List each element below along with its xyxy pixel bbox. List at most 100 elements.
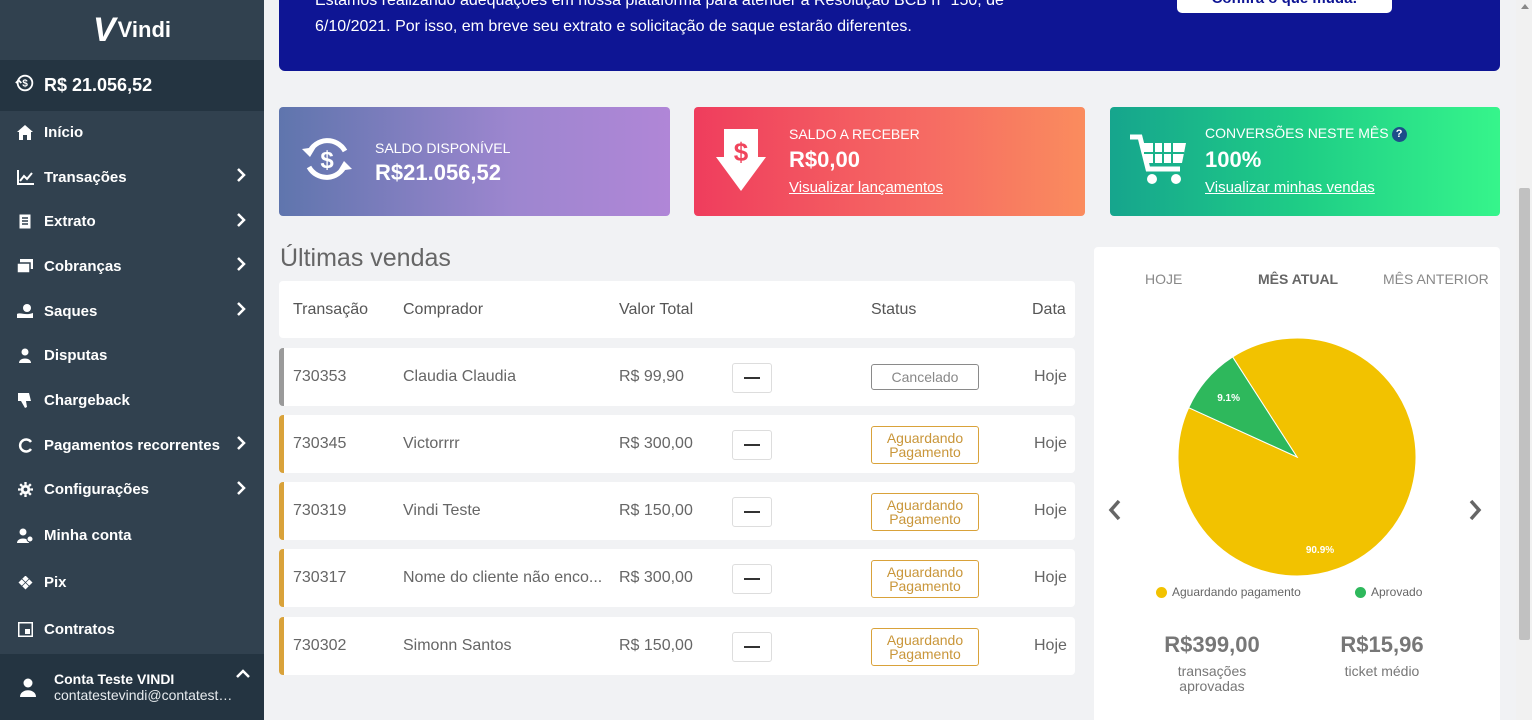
table-row[interactable]: 730345 Victorrrr R$ 300,00 Aguardando Pag…	[279, 415, 1075, 473]
minus-icon	[744, 578, 760, 580]
legend-item-approved[interactable]: Aprovado	[1355, 585, 1422, 599]
status-badge: Aguardando Pagamento	[871, 560, 979, 598]
notice-banner: Estamos realizando adequações em nossa p…	[279, 0, 1500, 71]
table-row[interactable]: 730353 Claudia Claudia R$ 99,90 Cancelad…	[279, 348, 1075, 406]
legend-label: Aguardando pagamento	[1172, 585, 1301, 599]
user-gear-icon	[16, 527, 34, 545]
status-badge: Cancelado	[871, 364, 979, 390]
status-line-2: Pagamento	[889, 444, 961, 460]
sales-chart-panel: HOJE MÊS ATUAL MÊS ANTERIOR 90.9% 9.1% Ag…	[1094, 247, 1500, 720]
row-total: R$ 300,00	[619, 569, 693, 586]
row-total: R$ 99,90	[619, 368, 684, 385]
sidebar-item-label: Disputas	[44, 347, 108, 365]
column-transaction: Transação	[293, 301, 368, 318]
row-total: R$ 150,00	[619, 637, 693, 654]
available-balance-value: R$21.056,52	[375, 160, 501, 185]
vindi-logo[interactable]: V Vindi	[0, 0, 264, 60]
view-sales-link[interactable]: Visualizar minhas vendas	[1205, 179, 1375, 196]
sidebar-item-label: Extrato	[44, 213, 96, 231]
row-action-button[interactable]	[732, 632, 772, 662]
row-date: Hoje	[1034, 637, 1067, 654]
table-row[interactable]: 730302 Simonn Santos R$ 150,00 Aguardand…	[279, 617, 1075, 675]
sidebar-item-extrato[interactable]: Extrato	[0, 199, 264, 244]
sidebar-item-cobrancas[interactable]: Cobranças	[0, 244, 264, 289]
row-action-button[interactable]	[732, 363, 772, 393]
conversions-value: 100%	[1205, 147, 1262, 172]
legend-label: Aprovado	[1371, 585, 1423, 599]
help-icon[interactable]: ?	[1391, 126, 1407, 142]
sidebar-item-disputas[interactable]: Disputas	[0, 333, 264, 378]
scroll-up-arrow-icon[interactable]	[1521, 4, 1529, 9]
table-row[interactable]: 730319 Vindi Teste R$ 150,00 Aguardando P…	[279, 482, 1075, 540]
sidebar-item-pix[interactable]: Pix	[0, 559, 264, 606]
sidebar-item-minha-conta[interactable]: Minha conta	[0, 512, 264, 559]
column-status: Status	[871, 301, 917, 318]
table-row[interactable]: 730317 Nome do cliente não enco... R$ 30…	[279, 549, 1075, 607]
see-changes-button[interactable]: Confira o que muda!	[1177, 0, 1392, 13]
row-buyer: Claudia Claudia	[403, 368, 516, 385]
sidebar-item-saques[interactable]: Saques	[0, 289, 264, 334]
status-line-2: Pagamento	[889, 511, 961, 527]
svg-text:$: $	[22, 79, 28, 90]
row-action-button[interactable]	[732, 430, 772, 460]
sidebar-item-inicio[interactable]: Início	[0, 110, 264, 155]
status-line-2: Pagamento	[889, 646, 961, 662]
sidebar-item-transacoes[interactable]: Transações	[0, 155, 264, 200]
chevron-right-icon	[236, 257, 246, 275]
status-badge: Aguardando Pagamento	[871, 628, 979, 666]
sidebar-item-contratos[interactable]: Contratos	[0, 606, 264, 653]
pix-icon	[16, 574, 34, 592]
sidebar-item-label: Transações	[44, 168, 127, 186]
approved-total-label: transações aprovadas	[1152, 664, 1272, 694]
view-entries-link[interactable]: Visualizar lançamentos	[789, 179, 943, 196]
tab-previous-month[interactable]: MÊS ANTERIOR	[1383, 271, 1489, 287]
sidebar-item-label: Pagamentos recorrentes	[44, 436, 220, 454]
available-balance-label: SALDO DISPONÍVEL	[375, 140, 511, 156]
row-action-button[interactable]	[732, 497, 772, 527]
account-menu[interactable]: Conta Teste VINDI contatestevindi@contat…	[0, 654, 264, 720]
tab-today[interactable]: HOJE	[1145, 271, 1182, 287]
row-action-button[interactable]	[732, 564, 772, 594]
status-badge: Aguardando Pagamento	[871, 426, 979, 464]
conversions-card: CONVERSÕES NESTE MÊS? 100% Visualizar mi…	[1110, 107, 1500, 216]
avatar	[16, 675, 40, 699]
receivable-balance-value: R$0,00	[789, 147, 860, 172]
money-down-arrow-icon: $	[716, 129, 778, 191]
sales-table-header: Transação Comprador Valor Total Status D…	[279, 281, 1075, 338]
row-transaction-id: 730317	[293, 569, 347, 586]
sidebar-item-pagamentos-recorrentes[interactable]: Pagamentos recorrentes	[0, 423, 264, 468]
chevron-right-icon	[236, 302, 246, 320]
minus-icon	[744, 444, 760, 446]
approved-label-line-2: aprovadas	[1179, 678, 1245, 694]
row-buyer: Nome do cliente não enco...	[403, 569, 603, 586]
sidebar-item-label: Chargeback	[44, 391, 130, 409]
minus-icon	[744, 377, 760, 379]
sidebar-item-label: Início	[44, 123, 84, 141]
account-info: Conta Teste VINDI contatestevindi@contat…	[54, 671, 234, 703]
sidebar-item-chargeback[interactable]: Chargeback	[0, 378, 264, 423]
chevron-right-icon	[236, 168, 246, 186]
available-balance-card: $ SALDO DISPONÍVEL R$21.056,52	[279, 107, 670, 216]
chevron-up-icon[interactable]	[236, 666, 250, 684]
row-date: Hoje	[1034, 435, 1067, 452]
sidebar-item-configuracoes[interactable]: Configurações	[0, 468, 264, 513]
gear-icon	[16, 481, 34, 499]
pie-data-label: 9.1%	[1217, 393, 1240, 404]
logo-text: Vindi	[117, 17, 172, 42]
page-scrollbar[interactable]	[1516, 0, 1532, 720]
recurring-icon	[16, 436, 34, 454]
scroll-thumb[interactable]	[1519, 188, 1530, 640]
balance-cycle-icon: $	[14, 72, 36, 99]
receivable-balance-card: $ SALDO A RECEBER R$0,00 Visualizar lanç…	[694, 107, 1085, 216]
row-transaction-id: 730353	[293, 368, 347, 385]
conversions-label-text: CONVERSÕES NESTE MÊS	[1205, 125, 1389, 141]
sidebar-nav: Início Transações Extrato Cobranças Saqu…	[0, 110, 264, 653]
chevron-right-icon	[236, 480, 246, 499]
logo-mark: V	[92, 11, 116, 49]
ticket-average-value: R$15,96	[1340, 632, 1424, 657]
tab-current-month[interactable]: MÊS ATUAL	[1258, 271, 1338, 287]
row-total: R$ 150,00	[619, 502, 693, 519]
legend-item-pending[interactable]: Aguardando pagamento	[1156, 585, 1301, 599]
row-buyer: Vindi Teste	[403, 502, 481, 519]
sidebar-item-label: Contratos	[44, 621, 115, 639]
